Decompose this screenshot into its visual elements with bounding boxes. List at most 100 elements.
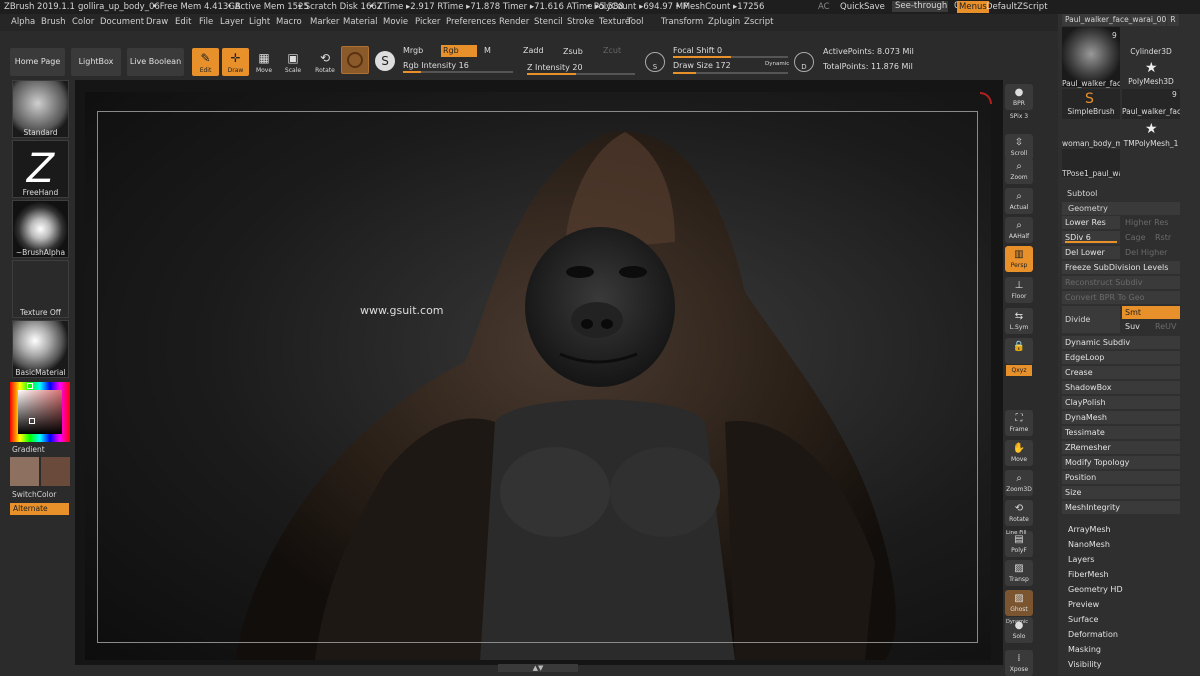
home-page-button[interactable]: Home Page	[10, 48, 65, 76]
section-nanomesh[interactable]: NanoMesh	[1068, 540, 1110, 549]
zscript-label[interactable]: DefaultZScript	[986, 0, 1048, 14]
menu-layer[interactable]: Layer	[220, 14, 244, 31]
rgb-intensity-slider[interactable]	[403, 71, 513, 73]
dynamic-toggle[interactable]: Dynamic	[765, 61, 789, 67]
material-swatch[interactable]	[341, 46, 369, 74]
convert-bpr-button[interactable]: Convert BPR To Geo	[1062, 291, 1180, 304]
section-arraymesh[interactable]: ArrayMesh	[1068, 525, 1111, 534]
higher-res-button[interactable]: Higher Res	[1122, 216, 1180, 229]
geo-crease[interactable]: Crease	[1062, 366, 1180, 379]
color-saturation-square[interactable]	[18, 390, 62, 434]
menu-stencil[interactable]: Stencil	[534, 14, 563, 31]
xyz-sym-toggle[interactable]: Qxyz	[1006, 365, 1032, 376]
menu-material[interactable]: Material	[343, 14, 378, 31]
rotate-button[interactable]: ⟲ Rotate	[313, 48, 337, 76]
geo-position[interactable]: Position	[1062, 471, 1180, 484]
menu-edit[interactable]: Edit	[175, 14, 191, 31]
lightbox-button[interactable]: LightBox	[71, 48, 121, 76]
menu-movie[interactable]: Movie	[383, 14, 408, 31]
rs-xpose-button[interactable]: ⁞ Xpose	[1005, 650, 1033, 676]
section-masking[interactable]: Masking	[1068, 645, 1101, 654]
menu-stroke[interactable]: Stroke	[567, 14, 594, 31]
geo-dynamic-subdiv[interactable]: Dynamic Subdiv	[1062, 336, 1180, 349]
rstr-button[interactable]: Rstr	[1152, 231, 1180, 244]
rs-actual-button[interactable]: ⌕ Actual	[1005, 188, 1033, 214]
bottom-shelf-toggle-icon[interactable]: ▲▼	[498, 664, 578, 672]
menu-transform[interactable]: Transform	[661, 14, 703, 31]
menu-marker[interactable]: Marker	[310, 14, 339, 31]
color-picker[interactable]	[10, 382, 70, 442]
rs-spix-3-button[interactable]: SPix 3	[1005, 113, 1033, 125]
lower-res-button[interactable]: Lower Res	[1062, 216, 1120, 229]
smt-toggle[interactable]: Smt	[1122, 306, 1180, 319]
tool-item[interactable]: Paul_walker_face	[1062, 79, 1120, 88]
hue-marker-icon[interactable]	[27, 383, 33, 389]
section-surface[interactable]: Surface	[1068, 615, 1098, 624]
section-fibermesh[interactable]: FiberMesh	[1068, 570, 1109, 579]
menu-document[interactable]: Document	[100, 14, 144, 31]
rs-rotate-button[interactable]: ⟲ Rotate	[1005, 500, 1033, 526]
geo-edgeloop[interactable]: EdgeLoop	[1062, 351, 1180, 364]
freeze-subdiv-button[interactable]: Freeze SubDivision Levels	[1062, 261, 1180, 274]
geometry-header[interactable]: Geometry	[1062, 202, 1180, 215]
rs-ghost-button[interactable]: ▨ Ghost	[1005, 590, 1033, 616]
mrgb-button[interactable]: Mrgb	[403, 46, 423, 55]
rgb-button[interactable]: Rgb	[441, 45, 477, 57]
live-boolean-button[interactable]: Live Boolean	[127, 48, 184, 76]
draw-size-label[interactable]: Draw Size 172	[673, 61, 731, 70]
geo-shadowbox[interactable]: ShadowBox	[1062, 381, 1180, 394]
rs-transp-button[interactable]: ▨ Transp	[1005, 560, 1033, 586]
geo-modify-topology[interactable]: Modify Topology	[1062, 456, 1180, 469]
menu-texture[interactable]: Texture	[599, 14, 630, 31]
gradient-label[interactable]: Gradient	[12, 445, 45, 454]
menus-toggle[interactable]: Menus	[957, 1, 989, 13]
stroke-icon[interactable]: S	[375, 51, 395, 71]
seethrough-slider[interactable]: See-through 0	[892, 1, 959, 12]
rgb-intensity-label[interactable]: Rgb Intensity 16	[403, 61, 469, 70]
size-d-button[interactable]: D	[794, 52, 814, 72]
geo-tessimate[interactable]: Tessimate	[1062, 426, 1180, 439]
tool-item[interactable]: SimpleBrush	[1062, 107, 1120, 116]
focal-shift-label[interactable]: Focal Shift 0	[673, 46, 722, 55]
menu-alpha[interactable]: Alpha	[11, 14, 35, 31]
menu-picker[interactable]: Picker	[415, 14, 440, 31]
tool-item[interactable]: woman_body_m	[1062, 139, 1120, 148]
cage-button[interactable]: Cage	[1122, 231, 1150, 244]
zcut-button[interactable]: Zcut	[603, 46, 621, 55]
suv-toggle[interactable]: Suv	[1122, 320, 1150, 333]
geo-dynamesh[interactable]: DynaMesh	[1062, 411, 1180, 424]
edit-button[interactable]: ✎ Edit	[192, 48, 219, 76]
move-button[interactable]: ▦ Move	[253, 48, 275, 76]
reconstruct-subdiv-button[interactable]: Reconstruct Subdiv	[1062, 276, 1180, 289]
menu-brush[interactable]: Brush	[41, 14, 66, 31]
rs-frame-button[interactable]: ⛶ Frame	[1005, 410, 1033, 436]
menu-zscript[interactable]: Zscript	[744, 14, 774, 31]
rs-l-sym-button[interactable]: ⇆ L.Sym	[1005, 308, 1033, 334]
r-button[interactable]: R	[1167, 14, 1179, 26]
section-deformation[interactable]: Deformation	[1068, 630, 1118, 639]
section-geometry-hd[interactable]: Geometry HD	[1068, 585, 1123, 594]
menu-preferences[interactable]: Preferences	[446, 14, 496, 31]
rs-zoom-button[interactable]: ⌕ Zoom	[1005, 158, 1033, 184]
focal-s-button[interactable]: S	[645, 52, 665, 72]
sdiv-slider[interactable]: SDiv 6	[1062, 231, 1120, 244]
reuv-button[interactable]: ReUV	[1152, 320, 1180, 333]
color-marker-icon[interactable]	[29, 418, 35, 424]
tool-item[interactable]: Paul_walker_face	[1122, 107, 1180, 116]
menu-render[interactable]: Render	[499, 14, 529, 31]
secondary-color-swatch[interactable]	[41, 457, 70, 486]
rs-bpr-button[interactable]: ● BPR	[1005, 84, 1033, 110]
rs-scroll-button[interactable]: ⇳ Scroll	[1005, 134, 1033, 160]
tool-item[interactable]: Cylinder3D	[1122, 47, 1180, 56]
rs-floor-button[interactable]: ⊥ Floor	[1005, 277, 1033, 303]
geo-size[interactable]: Size	[1062, 486, 1180, 499]
del-lower-button[interactable]: Del Lower	[1062, 246, 1120, 259]
tool-item[interactable]: PolyMesh3D	[1122, 77, 1180, 86]
draw-size-slider[interactable]	[673, 72, 788, 74]
scale-button[interactable]: ▣ Scale	[282, 48, 304, 76]
subtool-header[interactable]: Subtool	[1067, 189, 1097, 198]
geo-zremesher[interactable]: ZRemesher	[1062, 441, 1180, 454]
rs-lock-button[interactable]: 🔒	[1005, 338, 1033, 364]
focal-shift-slider[interactable]	[673, 56, 788, 58]
section-visibility[interactable]: Visibility	[1068, 660, 1102, 669]
